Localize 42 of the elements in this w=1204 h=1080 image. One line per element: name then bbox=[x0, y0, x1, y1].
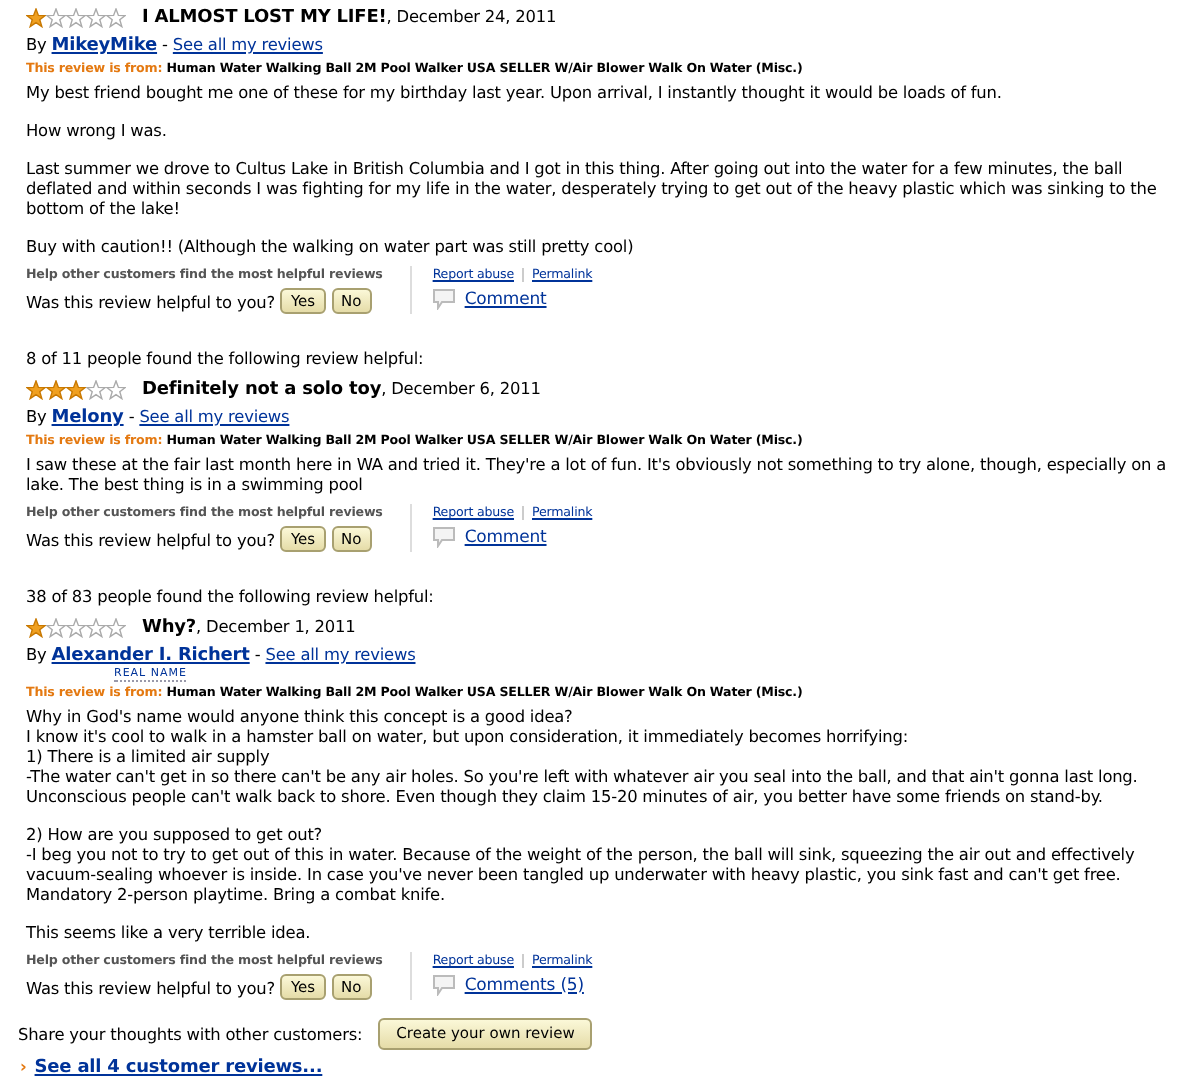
review-text: How wrong I was. bbox=[26, 120, 169, 140]
filled-star-icon bbox=[66, 379, 86, 399]
by-label: By bbox=[26, 644, 47, 664]
helpful-count: 38 of 83 people found the following review helpful: bbox=[26, 586, 436, 606]
see-all-reviews-link[interactable]: See all my reviews bbox=[265, 644, 416, 664]
review-text: I saw these at the fair last month here in WA and tried it. They're a lot of fun. It's obviously not something to try alone, though, especially on a lake. The best thing is in a swimming pool bbox=[26, 454, 1169, 494]
separator: - bbox=[254, 644, 261, 664]
helpful-question: Was this review helpful to you? bbox=[26, 291, 275, 311]
by-label: By bbox=[26, 406, 47, 426]
see-all-customer-reviews-link[interactable]: See all 4 customer reviews... bbox=[34, 1058, 323, 1078]
review-text: 2) How are you supposed to get out? -I beg you not to try to get out of this in water. Because of the weight of the person, the ball will sink, squeezing the air out and effectively vacuum-sealing whoever is inside. In case you've never been tangled up underwater with heavy plastic, you sink fast and can't get free. Mandatory 2-person playtime. Bring a combat knife. bbox=[26, 824, 1137, 904]
review-text: Why in God's name would anyone think this concept is a good idea? I know it's cool to walk in a hamster ball on water, but upon consideration, it immediately becomes horrifying: 1) There is a limited air supply -The water can't get in so there can't be any air holes. So you're left with whatever air you seal into the ball, and that ain't gonna last long. Unconscious people can't walk back to shore. Even though they claim 15-20 minutes of air, you better have some friends on stand-by. bbox=[26, 706, 1140, 806]
filled-star-icon bbox=[26, 7, 46, 27]
review-text: My best friend bought me one of these for my birthday last year. Upon arrival, I instantly thought it would be loads of fun. bbox=[26, 82, 1004, 102]
helpful-question: Was this review helpful to you? bbox=[26, 977, 275, 997]
by-label: By bbox=[26, 34, 47, 54]
review-title: I ALMOST LOST MY LIFE!, December 24, 2011 bbox=[142, 4, 557, 30]
filled-star-icon bbox=[26, 379, 46, 399]
speech-bubble-icon bbox=[432, 974, 457, 996]
helpful-question: Was this review helpful to you? bbox=[26, 529, 275, 549]
speech-bubble-icon bbox=[432, 288, 457, 310]
review-title: Why?, December 1, 2011 bbox=[142, 614, 356, 640]
review-title: Definitely not a solo toy, December 6, 2011 bbox=[142, 376, 541, 402]
review-text: Last summer we drove to Cultus Lake in British Columbia and I got in this thing. After going out into the water for a few minutes, the ball deflated and within seconds I was fighting for my life in the water, desperately trying to get out of the heavy plastic which was sinking to the bottom of the lake! bbox=[26, 158, 1159, 218]
speech-bubble-icon bbox=[432, 526, 457, 548]
comment-link[interactable]: Comment bbox=[464, 527, 547, 547]
arrow-icon: › bbox=[20, 1056, 27, 1076]
comment-link[interactable]: Comments (5) bbox=[464, 975, 584, 995]
author-link[interactable]: MikeyMike bbox=[51, 36, 158, 56]
separator: - bbox=[162, 34, 168, 54]
see-all-reviews-link[interactable]: See all my reviews bbox=[172, 34, 323, 54]
separator: - bbox=[128, 406, 135, 426]
author-link[interactable]: Melony bbox=[51, 408, 124, 428]
share-label: Share your thoughts with other customers: bbox=[18, 1024, 363, 1044]
comment-link[interactable]: Comment bbox=[464, 289, 547, 309]
author-link[interactable]: Alexander I. Richert bbox=[51, 646, 250, 666]
see-all-reviews-link[interactable]: See all my reviews bbox=[139, 406, 290, 426]
review-text: This seems like a very terrible idea. bbox=[26, 922, 313, 942]
helpful-count: 8 of 11 people found the following review helpful: bbox=[26, 348, 426, 368]
review-text: Buy with caution!! (Although the walking on water part was still pretty cool) bbox=[26, 236, 636, 256]
filled-star-icon bbox=[26, 617, 46, 637]
filled-star-icon bbox=[46, 379, 66, 399]
